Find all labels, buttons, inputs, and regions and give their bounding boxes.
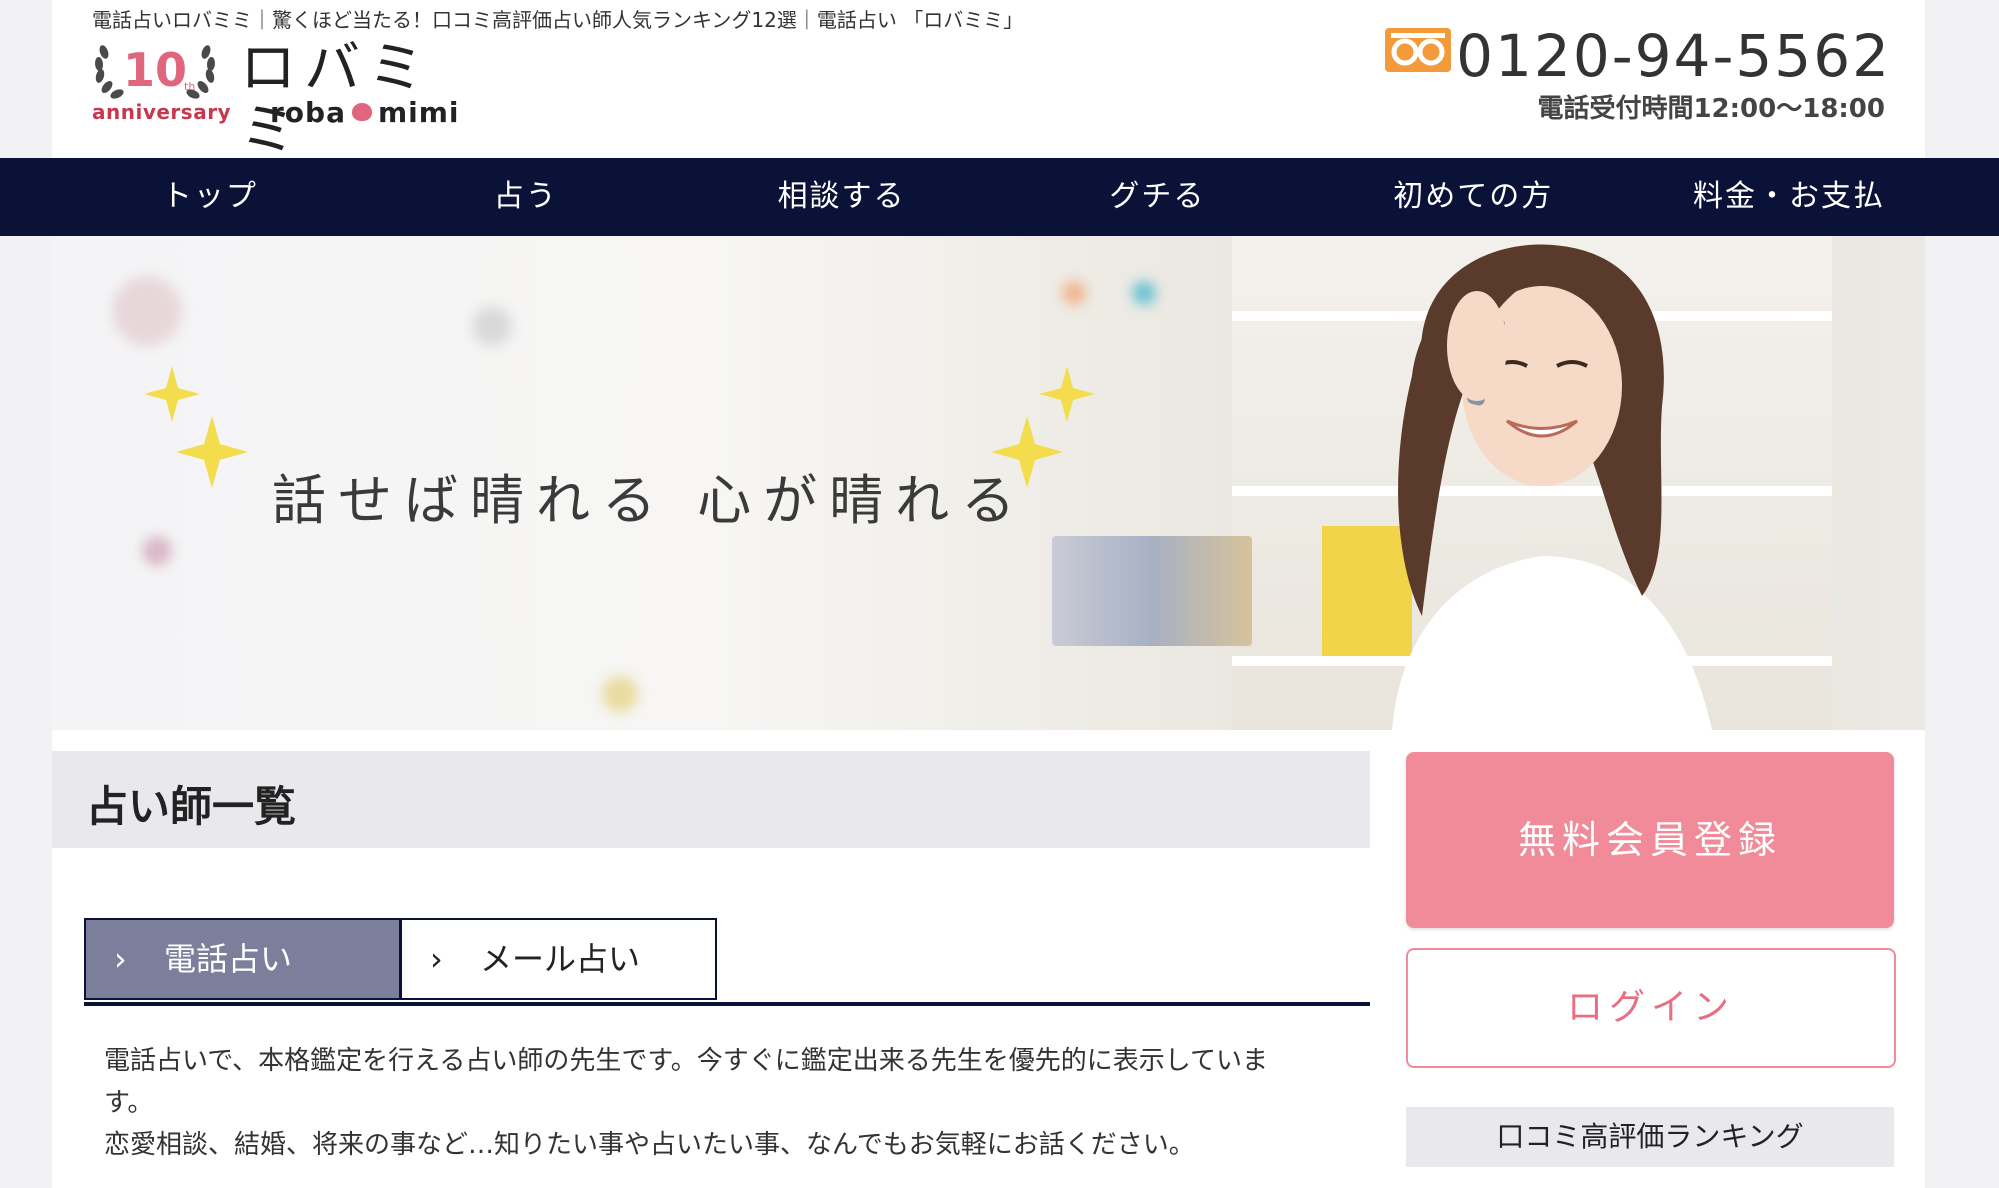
brand-en-left: roba [270,96,346,129]
chevron-right-icon: › [430,940,443,978]
nav-item-beginners[interactable]: 初めての方 [1315,158,1631,236]
section-header: 占い師一覧 [52,751,1370,848]
books [1052,536,1252,646]
hero-catchphrase: 話せば晴れる 心が晴れる [272,469,1028,532]
woman-on-phone-photo [1392,244,1712,730]
nav-item-pricing[interactable]: 料金・お支払 [1631,158,1947,236]
tab-phone-fortune[interactable]: › 電話占い [84,918,401,1000]
bokeh-shape [472,306,512,346]
tab-description: 電話占いで、本格鑑定を行える占い師の先生です。今すぐに鑑定出来る先生を優先的に表… [104,1040,1354,1166]
anniversary-badge: 10 th anniversary [90,38,231,130]
description-line: す。 [104,1088,154,1118]
bokeh-shape [142,536,172,566]
fortune-type-tabs: › 電話占い › メール占い [84,918,1370,1006]
bokeh-shape [1132,281,1156,305]
phone-number[interactable]: 0120-94-5562 [1456,22,1891,90]
site-tagline: 電話占いロバミミ｜驚くほど当たる！口コミ高評価占い師人気ランキング12選｜電話占… [92,8,1024,32]
laurel-icon: 10 th [94,43,216,99]
tab-label: メール占い [480,940,641,978]
description-line: 恋愛相談、結婚、将来の事など…知りたい事や占いたい事、なんでもお気軽にお話くださ… [104,1130,1195,1160]
anniversary-number: 10 [123,43,187,97]
tab-mail-fortune[interactable]: › メール占い [400,918,717,1000]
nav-item-fortune[interactable]: 占う [368,158,684,236]
bokeh-shape [112,276,182,346]
hero-banner[interactable]: 話せば晴れる 心が晴れる [52,236,1925,730]
site-logo[interactable]: 10 th anniversary ロバミミ roba mimi [90,38,490,162]
anniversary-suffix: th [184,80,195,93]
bokeh-shape [602,676,638,712]
nav-item-top[interactable]: トップ [52,158,368,236]
global-nav: トップ 占う 相談する グチる 初めての方 料金・お支払 [0,158,1999,236]
ranking-link[interactable]: 口コミ高評価ランキング [1406,1107,1894,1167]
bokeh-shape [1062,281,1086,305]
brand-en-right: mimi [377,96,460,129]
page-title: 占い師一覧 [86,782,297,831]
chevron-right-icon: › [114,940,127,978]
freedial-icon [1385,28,1452,72]
nav-item-vent[interactable]: グチる [999,158,1315,236]
anniversary-word: anniversary [92,100,232,124]
tab-label: 電話占い [164,940,293,978]
phone-hours: 電話受付時間12:00〜18:00 [1537,94,1885,124]
phone-contact[interactable]: 0120-94-5562 電話受付時間12:00〜18:00 [1385,22,1891,125]
nav-item-consult[interactable]: 相談する [684,158,1000,236]
brand-name-en: roba mimi [270,96,460,129]
sparkle-icon [144,366,248,488]
cat-icon [351,103,372,121]
description-line: 電話占いで、本格鑑定を行える占い師の先生です。今すぐに鑑定出来る先生を優先的に表… [104,1046,1269,1076]
login-button[interactable]: ログイン [1406,948,1896,1068]
register-button[interactable]: 無料会員登録 [1406,752,1894,928]
